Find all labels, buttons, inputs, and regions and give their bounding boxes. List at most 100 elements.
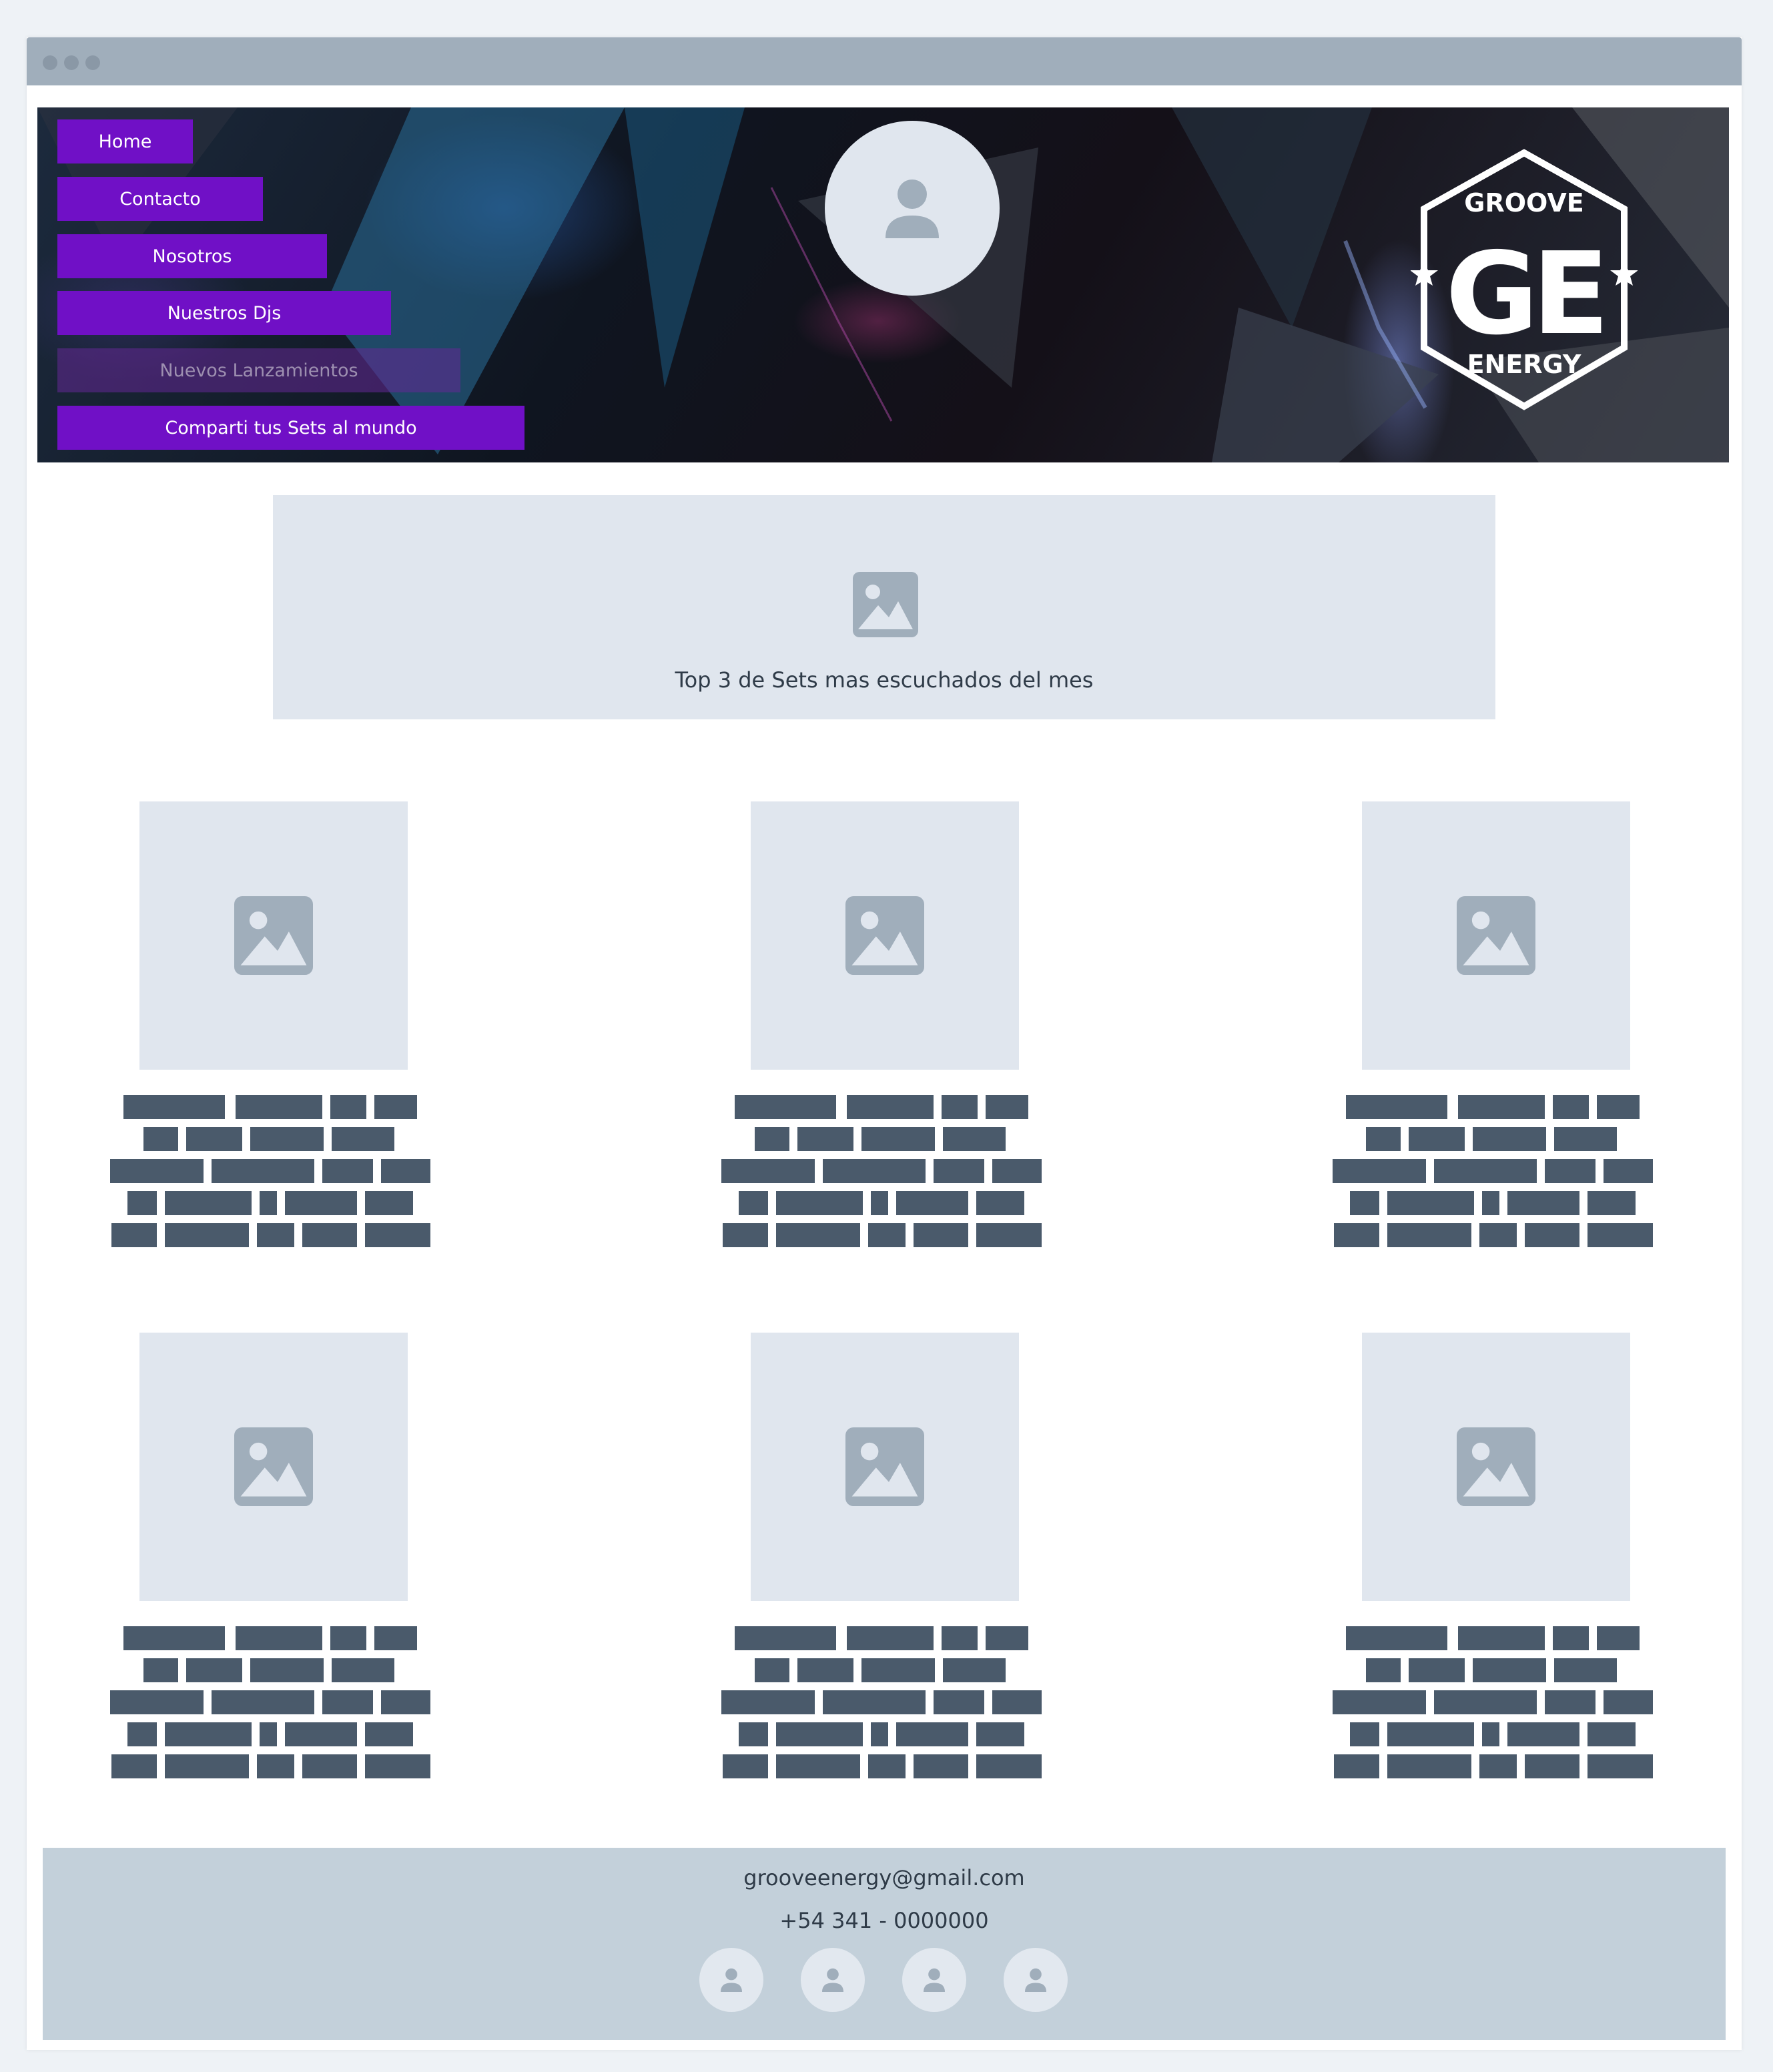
text-placeholder-block xyxy=(1350,1722,1379,1746)
window-titlebar xyxy=(27,37,1742,85)
image-icon xyxy=(853,572,918,637)
text-placeholder-block xyxy=(896,1722,968,1746)
text-placeholder-block xyxy=(735,1095,836,1119)
text-placeholder-block xyxy=(257,1223,294,1247)
text-placeholder-block xyxy=(260,1722,277,1746)
card-text-placeholder xyxy=(1333,1626,1653,1778)
text-placeholder-block xyxy=(1387,1223,1471,1247)
text-placeholder-block xyxy=(992,1159,1042,1183)
text-placeholder-block xyxy=(1554,1658,1617,1682)
text-placeholder-block xyxy=(943,1127,1006,1151)
text-placeholder-block xyxy=(1507,1191,1579,1215)
social-link-4[interactable] xyxy=(1004,1948,1068,2012)
text-placeholder-block xyxy=(123,1626,225,1650)
card-text-placeholder xyxy=(721,1095,1042,1247)
footer-email[interactable]: grooveenergy@gmail.com xyxy=(43,1865,1726,1890)
text-placeholder-block xyxy=(823,1159,926,1183)
nav-home-button[interactable]: Home xyxy=(57,119,193,163)
footer: grooveenergy@gmail.com +54 341 - 0000000 xyxy=(43,1848,1726,2040)
text-placeholder-block xyxy=(823,1690,926,1714)
text-placeholder-block xyxy=(1334,1223,1379,1247)
text-placeholder-block xyxy=(257,1754,294,1778)
nav-djs-button[interactable]: Nuestros Djs xyxy=(57,291,391,335)
window-dot-minimize[interactable] xyxy=(64,55,79,70)
banner-caption: Top 3 de Sets mas escuchados del mes xyxy=(675,667,1094,693)
text-placeholder-block xyxy=(1434,1159,1537,1183)
text-placeholder-block xyxy=(976,1191,1024,1215)
top-sets-banner[interactable]: Top 3 de Sets mas escuchados del mes xyxy=(273,495,1495,719)
nav-nosotros-button[interactable]: Nosotros xyxy=(57,234,327,278)
text-placeholder-block xyxy=(776,1191,863,1215)
social-link-2[interactable] xyxy=(801,1948,865,2012)
text-placeholder-block xyxy=(1333,1690,1426,1714)
text-placeholder-block xyxy=(127,1722,157,1746)
text-placeholder-block xyxy=(365,1191,413,1215)
text-placeholder-block xyxy=(1346,1095,1447,1119)
text-placeholder-block xyxy=(1597,1095,1640,1119)
text-placeholder-block xyxy=(212,1159,314,1183)
text-placeholder-block xyxy=(1553,1095,1589,1119)
social-link-3[interactable] xyxy=(902,1948,966,2012)
text-placeholder-block xyxy=(330,1095,366,1119)
text-placeholder-block xyxy=(111,1754,157,1778)
browser-window: Home Contacto Nosotros Nuestros Djs Nuev… xyxy=(27,37,1742,2050)
text-placeholder-block xyxy=(1333,1159,1426,1183)
text-placeholder-block xyxy=(285,1722,357,1746)
text-placeholder-block xyxy=(1409,1127,1465,1151)
nav-lanzamientos-button[interactable]: Nuevos Lanzamientos xyxy=(57,348,460,392)
set-card-image[interactable] xyxy=(1362,801,1630,1070)
text-placeholder-block xyxy=(302,1223,357,1247)
text-placeholder-block xyxy=(365,1223,430,1247)
text-placeholder-block xyxy=(942,1626,978,1650)
set-card-image[interactable] xyxy=(139,1333,408,1601)
text-placeholder-block xyxy=(735,1626,836,1650)
nav-contacto-button[interactable]: Contacto xyxy=(57,177,263,221)
text-placeholder-block xyxy=(165,1754,249,1778)
image-icon xyxy=(845,896,924,975)
window-dot-maximize[interactable] xyxy=(85,55,100,70)
text-placeholder-block xyxy=(1587,1191,1636,1215)
text-placeholder-block xyxy=(739,1722,768,1746)
text-placeholder-block xyxy=(1458,1095,1545,1119)
text-placeholder-block xyxy=(976,1754,1042,1778)
text-placeholder-block xyxy=(1479,1754,1517,1778)
text-placeholder-block xyxy=(381,1690,430,1714)
text-placeholder-block xyxy=(1387,1754,1471,1778)
text-placeholder-block xyxy=(302,1754,357,1778)
text-placeholder-block xyxy=(143,1127,178,1151)
social-link-1[interactable] xyxy=(699,1948,763,2012)
nav-sets-button[interactable]: Comparti tus Sets al mundo xyxy=(57,406,524,450)
set-card-image[interactable] xyxy=(751,801,1019,1070)
text-placeholder-block xyxy=(110,1690,204,1714)
text-placeholder-block xyxy=(1604,1690,1653,1714)
text-placeholder-block xyxy=(165,1191,252,1215)
card-text-placeholder xyxy=(721,1626,1042,1778)
profile-avatar[interactable] xyxy=(825,121,1000,296)
text-placeholder-block xyxy=(721,1690,815,1714)
window-dot-close[interactable] xyxy=(43,55,57,70)
text-placeholder-block xyxy=(1350,1191,1379,1215)
person-icon xyxy=(1025,1968,1046,1992)
set-card-image[interactable] xyxy=(139,801,408,1070)
text-placeholder-block xyxy=(1409,1658,1465,1682)
text-placeholder-block xyxy=(1473,1658,1546,1682)
text-placeholder-block xyxy=(1479,1223,1517,1247)
text-placeholder-block xyxy=(868,1223,906,1247)
text-placeholder-block xyxy=(914,1223,968,1247)
text-placeholder-block xyxy=(1554,1127,1617,1151)
text-placeholder-block xyxy=(285,1191,357,1215)
text-placeholder-block xyxy=(332,1658,394,1682)
text-placeholder-block xyxy=(1525,1754,1579,1778)
text-placeholder-block xyxy=(1366,1658,1401,1682)
set-card-image[interactable] xyxy=(751,1333,1019,1601)
text-placeholder-block xyxy=(1587,1722,1636,1746)
text-placeholder-block xyxy=(236,1626,322,1650)
text-placeholder-block xyxy=(260,1191,277,1215)
person-icon xyxy=(885,180,939,238)
text-placeholder-block xyxy=(165,1223,249,1247)
text-placeholder-block xyxy=(986,1626,1028,1650)
set-card-image[interactable] xyxy=(1362,1333,1630,1601)
card-text-placeholder xyxy=(110,1095,430,1247)
text-placeholder-block xyxy=(861,1127,935,1151)
text-placeholder-block xyxy=(1334,1754,1379,1778)
